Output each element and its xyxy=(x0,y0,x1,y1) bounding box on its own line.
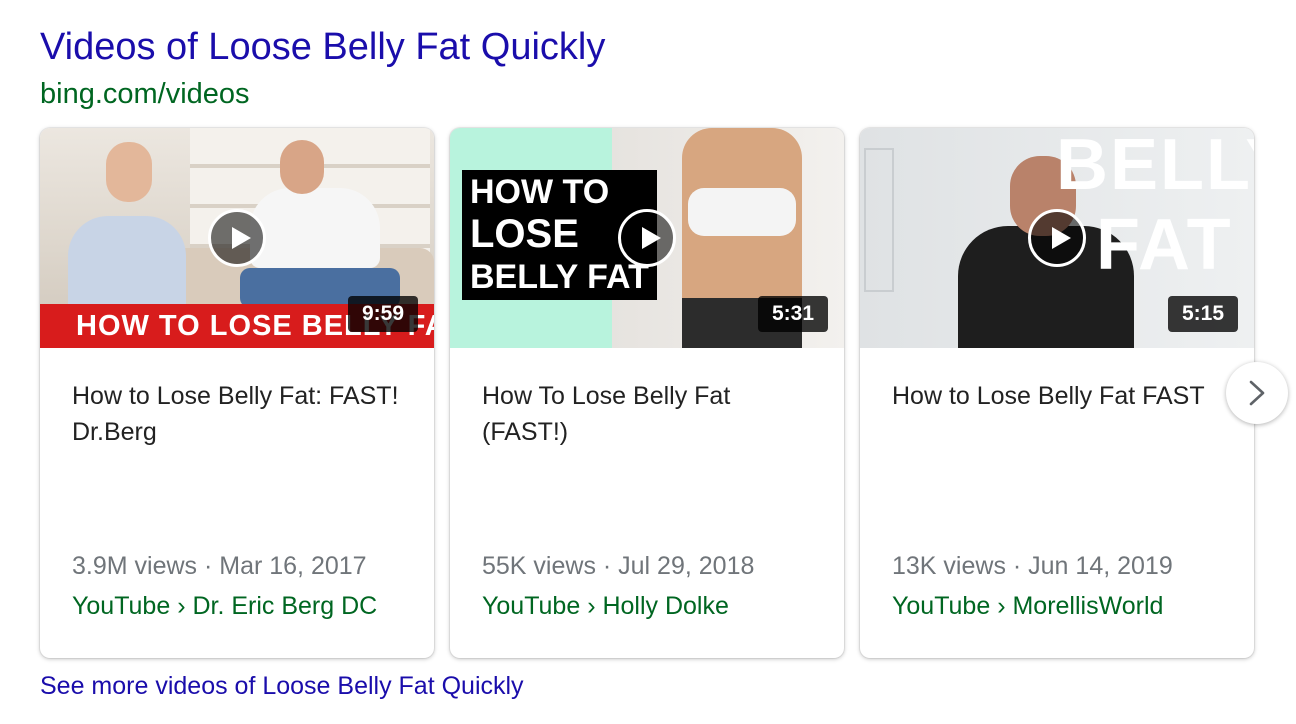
carousel-next-button[interactable] xyxy=(1226,362,1288,424)
video-card-1[interactable]: HOW TO LOSE BELLY FAT 9:59 How to Lose B… xyxy=(40,128,434,658)
presenter-head xyxy=(106,142,152,202)
section-title[interactable]: Videos of Loose Belly Fat Quickly xyxy=(40,24,605,70)
see-more-link[interactable]: See more videos of Loose Belly Fat Quick… xyxy=(40,672,524,701)
background-whiteboard xyxy=(864,148,894,292)
video-title[interactable]: How to Lose Belly Fat: FAST! Dr.Berg xyxy=(72,378,412,450)
video-meta: 3.9M views · Mar 16, 2017 xyxy=(72,552,367,580)
video-card-3[interactable]: BELLY FAT 5:15 How to Lose Belly Fat FAS… xyxy=(860,128,1254,658)
video-title[interactable]: How to Lose Belly Fat FAST xyxy=(892,378,1232,414)
play-icon[interactable] xyxy=(618,209,676,267)
section-source: bing.com/videos xyxy=(40,78,250,110)
person-figure xyxy=(250,188,380,268)
video-channel[interactable]: YouTube › Dr. Eric Berg DC xyxy=(72,592,377,621)
thumbnail-text-line: HOW TO xyxy=(470,173,610,211)
duration-badge: 9:59 xyxy=(347,296,418,332)
video-thumbnail-2[interactable]: HOW TO LOSE BELLY FAT 5:31 xyxy=(450,128,844,348)
thumbnail-text-line: BELLY xyxy=(1056,128,1254,205)
play-icon[interactable] xyxy=(208,209,266,267)
video-thumbnail-3[interactable]: BELLY FAT 5:15 xyxy=(860,128,1254,348)
presenter-figure xyxy=(68,216,186,316)
thumbnail-text-line: FAT xyxy=(1096,205,1233,285)
play-icon[interactable] xyxy=(1028,209,1086,267)
video-card-2[interactable]: HOW TO LOSE BELLY FAT 5:31 How To Lose B… xyxy=(450,128,844,658)
video-thumbnail-1[interactable]: HOW TO LOSE BELLY FAT 9:59 xyxy=(40,128,434,348)
duration-badge: 5:15 xyxy=(1167,296,1238,332)
person-head xyxy=(280,140,324,194)
duration-badge: 5:31 xyxy=(757,296,828,332)
video-meta: 55K views · Jul 29, 2018 xyxy=(482,552,755,580)
video-channel[interactable]: YouTube › Holly Dolke xyxy=(482,592,729,621)
video-meta: 13K views · Jun 14, 2019 xyxy=(892,552,1173,580)
person-top xyxy=(688,188,796,236)
thumbnail-text-line: BELLY FAT xyxy=(470,258,649,296)
video-title[interactable]: How To Lose Belly Fat (FAST!) xyxy=(482,378,822,450)
chevron-right-icon xyxy=(1249,380,1265,406)
video-channel[interactable]: YouTube › MorellisWorld xyxy=(892,592,1163,621)
